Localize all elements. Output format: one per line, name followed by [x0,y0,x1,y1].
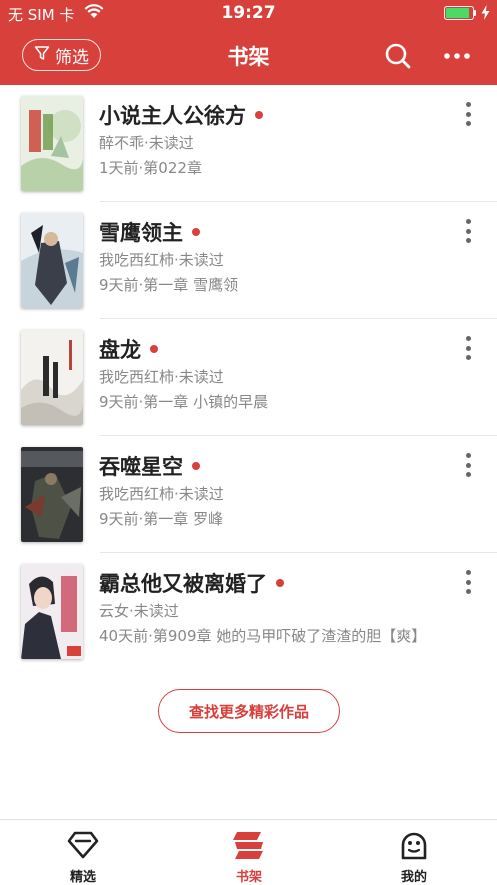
battery-tip [474,10,476,16]
book-cover [21,330,83,425]
book-menu-icon[interactable] [457,99,479,129]
tab-mine[interactable]: 我的 [354,820,474,885]
book-title: 吞噬星空 [99,455,183,479]
tab-label: 精选 [69,870,96,885]
book-item[interactable]: 雪鹰领主 我吃西红柿·未读过 9天前·第一章 雪鹰领 [0,202,497,319]
book-item[interactable]: 霸总他又被离婚了 云女·未读过 40天前·第909章 她的马甲吓破了渣渣的胆【爽… [0,553,497,670]
app-header: 无 SIM 卡 19:27 筛选 书架 [0,0,497,85]
book-cover [21,447,83,542]
tab-featured[interactable]: 精选 [23,820,143,885]
book-cover [21,96,83,191]
book-menu-icon[interactable] [457,567,479,597]
battery-icon [444,6,474,20]
book-title: 盘龙 [99,338,141,362]
book-latest-chapter: 40天前·第909章 她的马甲吓破了渣渣的胆【爽】 [99,627,427,645]
unread-dot [192,462,200,470]
face-icon [398,830,430,860]
book-title-row: 盘龙 [99,334,158,364]
book-latest-chapter: 9天前·第一章 雪鹰领 [99,276,239,294]
book-latest-chapter: 1天前·第022章 [99,159,202,177]
bookshelf-icon [233,830,265,860]
navbar: 筛选 书架 [0,28,497,85]
book-title-row: 霸总他又被离婚了 [99,568,284,598]
unread-dot [150,345,158,353]
tab-label: 书架 [235,870,262,885]
book-menu-icon[interactable] [457,450,479,480]
book-title: 霸总他又被离婚了 [99,572,267,596]
charging-icon [481,5,490,24]
book-author-status: 我吃西红柿·未读过 [99,251,224,269]
tab-label: 我的 [400,870,427,885]
unread-dot [192,228,200,236]
diamond-icon [67,830,99,860]
more-icon[interactable] [442,44,472,68]
search-icon[interactable] [384,42,412,70]
book-title-row: 雪鹰领主 [99,217,200,247]
book-title-row: 小说主人公徐方 [99,100,263,130]
find-more-button[interactable]: 查找更多精彩作品 [158,689,340,733]
book-author-status: 我吃西红柿·未读过 [99,485,224,503]
book-cover [21,213,83,308]
book-latest-chapter: 9天前·第一章 小镇的早晨 [99,393,269,411]
book-title: 雪鹰领主 [99,221,183,245]
book-author-status: 我吃西红柿·未读过 [99,368,224,386]
unread-dot [276,579,284,587]
tab-bookshelf[interactable]: 书架 [189,820,309,885]
book-menu-icon[interactable] [457,216,479,246]
book-title: 小说主人公徐方 [99,104,246,128]
book-item[interactable]: 小说主人公徐方 醉不乖·未读过 1天前·第022章 [0,85,497,202]
book-list: 小说主人公徐方 醉不乖·未读过 1天前·第022章 雪鹰领主 我吃西红柿·未读过… [0,85,497,670]
book-cover [21,564,83,659]
book-author-status: 云女·未读过 [99,602,179,620]
status-bar: 无 SIM 卡 19:27 [0,0,497,28]
book-menu-icon[interactable] [457,333,479,363]
book-item[interactable]: 吞噬星空 我吃西红柿·未读过 9天前·第一章 罗峰 [0,436,497,553]
unread-dot [255,111,263,119]
book-title-row: 吞噬星空 [99,451,200,481]
book-latest-chapter: 9天前·第一章 罗峰 [99,510,224,528]
tab-bar: 精选 书架 我的 [0,819,497,885]
page-title: 书架 [227,45,270,69]
book-item[interactable]: 盘龙 我吃西红柿·未读过 9天前·第一章 小镇的早晨 [0,319,497,436]
book-author-status: 醉不乖·未读过 [99,134,194,152]
status-time: 19:27 [221,3,276,23]
